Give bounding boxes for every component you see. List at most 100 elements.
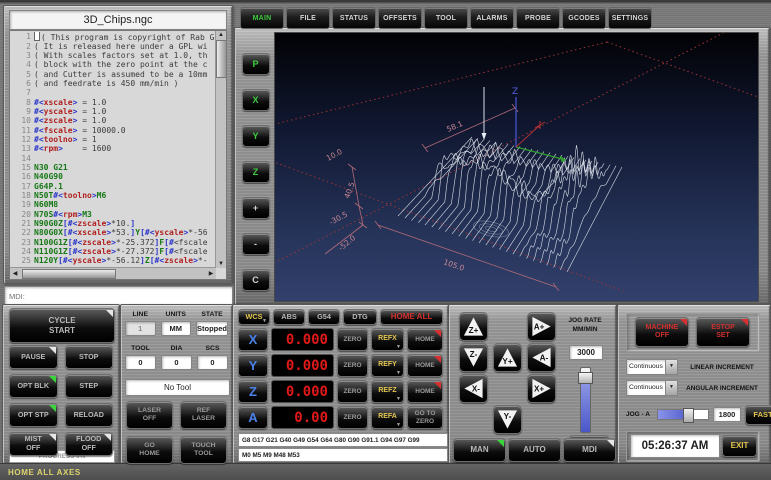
ref-A-button[interactable]: REFA▼: [371, 406, 404, 429]
jog-a-value[interactable]: 1800: [713, 407, 741, 422]
go-home-button[interactable]: GOHOME: [126, 436, 173, 464]
gcode-file-panel: 3D_Chips.ngc 1( This program is copyrigh…: [3, 5, 233, 284]
home-X-button[interactable]: HOME: [407, 328, 443, 351]
stop-button[interactable]: STOP: [65, 345, 114, 369]
cycle-start-button[interactable]: CYCLESTART: [9, 308, 115, 343]
view-y-button[interactable]: Y: [242, 125, 270, 147]
gcode-line: 15N30 G21: [10, 163, 216, 172]
exit-button[interactable]: EXIT: [722, 435, 757, 457]
svg-text:Z: Z: [512, 87, 518, 97]
tab-status[interactable]: STATUS: [332, 7, 376, 29]
jog-x-minus-button[interactable]: X-: [459, 374, 488, 403]
vertical-scrollbar[interactable]: ▲ ▼: [215, 31, 226, 268]
tab-main[interactable]: MAIN: [240, 7, 284, 29]
units-field: MM: [161, 321, 192, 336]
zero-X-button[interactable]: ZERO: [337, 328, 368, 351]
mdi-mode-button[interactable]: MDI: [563, 438, 616, 462]
jog-a-plus-button[interactable]: A+: [527, 312, 556, 341]
mdi-input[interactable]: MDI:: [4, 286, 233, 306]
horizontal-scroll-track[interactable]: [20, 268, 206, 279]
angular-increment-select[interactable]: Continuous▼: [626, 380, 678, 396]
tab-file[interactable]: FILE: [286, 7, 330, 29]
dtg-button[interactable]: DTG: [343, 309, 377, 325]
horizontal-scroll-thumb[interactable]: [22, 269, 116, 279]
svg-text:Y+: Y+: [502, 357, 512, 366]
line-units-state-row: LINE1UNITSMMSTATEStopped: [125, 311, 228, 336]
chevron-down-icon[interactable]: ▼: [665, 360, 677, 374]
machine-off-button[interactable]: MACHINEOFF: [635, 317, 689, 347]
horizontal-scrollbar[interactable]: ◀ ▶: [10, 267, 216, 279]
zero-A-button[interactable]: ZERO: [337, 406, 368, 429]
estop-set-button[interactable]: ESTOPSET: [696, 317, 750, 347]
jog-rate-slider-handle[interactable]: [578, 372, 593, 384]
mode-button-row: MANAUTOMDI: [453, 438, 616, 462]
chevron-down-icon[interactable]: ▼: [665, 381, 677, 395]
scroll-right-icon[interactable]: ▶: [206, 270, 216, 277]
optional-stop-button[interactable]: OPT STP: [9, 403, 58, 427]
vertical-scroll-thumb[interactable]: [216, 40, 227, 78]
ref-laser-button[interactable]: REFLASER: [180, 401, 227, 429]
scroll-down-icon[interactable]: ▼: [216, 260, 226, 268]
optional-block-button[interactable]: OPT BLK: [9, 374, 58, 398]
axis-X-button[interactable]: X: [238, 328, 268, 351]
step-button[interactable]: STEP: [65, 374, 114, 398]
dro-value-A: 0.00: [271, 406, 334, 429]
view-z-button[interactable]: Z: [242, 161, 270, 183]
jog-a-slider-handle[interactable]: [683, 408, 694, 423]
jog-rate-value[interactable]: 3000: [569, 345, 603, 360]
preview-panel: PXYZ+-C: [234, 27, 770, 305]
view-perspective-button[interactable]: P: [242, 53, 270, 75]
ref-Y-button[interactable]: REFY▼: [371, 354, 404, 377]
home-Y-button[interactable]: HOME: [407, 354, 443, 377]
g54-button[interactable]: G54: [308, 309, 340, 325]
manual-mode-button[interactable]: MAN: [453, 438, 506, 462]
jog-arrow-icon: Y+: [496, 346, 519, 369]
machine-power-panel: MACHINEOFF ESTOPSET Continuous▼LINEAR IN…: [617, 304, 771, 464]
scroll-left-icon[interactable]: ◀: [10, 270, 20, 277]
jog-y-minus-button[interactable]: Y-: [493, 405, 522, 434]
scroll-up-icon[interactable]: ▲: [216, 31, 226, 39]
toolpath-3d-view[interactable]: 10.0 40.5 -30.5 -52.0 105.0 58.1 Z: [274, 32, 759, 302]
jog-a-fast-button[interactable]: FAST: [745, 405, 771, 425]
laser-button[interactable]: LASEROFF: [126, 401, 173, 429]
zero-Y-button[interactable]: ZERO: [337, 354, 368, 377]
tab-alarms[interactable]: ALARMS: [470, 7, 514, 29]
pause-button[interactable]: PAUSE: [9, 345, 58, 369]
home-all-button[interactable]: HOME ALL: [380, 309, 443, 325]
home-Z-button[interactable]: HOME: [407, 380, 443, 403]
jog-y-plus-button[interactable]: Y+: [493, 343, 522, 372]
jog-z-minus-button[interactable]: Z-: [459, 343, 488, 372]
tab-probe[interactable]: PROBE: [516, 7, 560, 29]
ref-Z-button[interactable]: REFZ▼: [371, 380, 404, 403]
zoom-out-button[interactable]: -: [242, 233, 270, 255]
touch-tool-button[interactable]: TOUCHTOOL: [180, 436, 227, 464]
tab-gcodes[interactable]: GCODES: [562, 7, 606, 29]
tab-settings[interactable]: SETTINGS: [608, 7, 652, 29]
reload-button[interactable]: RELOAD: [65, 403, 114, 427]
linear-increment-select[interactable]: Continuous▼: [626, 359, 678, 375]
tool-field: 0: [125, 355, 156, 370]
home-A-button[interactable]: GO TOZERO: [407, 406, 443, 429]
tab-offsets[interactable]: OFFSETS: [378, 7, 422, 29]
zero-Z-button[interactable]: ZERO: [337, 380, 368, 403]
axis-Y-button[interactable]: Y: [238, 354, 268, 377]
abs-button[interactable]: ABS: [273, 309, 305, 325]
mist-button[interactable]: MISTOFF: [9, 432, 58, 456]
jog-a-slider[interactable]: [657, 409, 709, 420]
axis-Z-button[interactable]: Z: [238, 380, 268, 403]
zoom-in-button[interactable]: +: [242, 197, 270, 219]
auto-mode-button[interactable]: AUTO: [508, 438, 561, 462]
jog-rate-slider[interactable]: [580, 367, 591, 433]
jog-x-plus-button[interactable]: X+: [527, 374, 556, 403]
flood-button[interactable]: FLOODOFF: [65, 432, 114, 456]
gcode-editor[interactable]: 1( This program is copyright of Rab G2( …: [9, 30, 227, 280]
view-x-button[interactable]: X: [242, 89, 270, 111]
jog-a-minus-button[interactable]: A-: [527, 343, 556, 372]
jog-z-plus-button[interactable]: Z+: [459, 312, 488, 341]
preview-background: [275, 33, 758, 301]
clear-view-button[interactable]: C: [242, 269, 270, 291]
wcs-button[interactable]: WCS▼: [238, 309, 270, 325]
axis-A-button[interactable]: A: [238, 406, 268, 429]
tab-tool[interactable]: TOOL: [424, 7, 468, 29]
ref-X-button[interactable]: REFX▼: [371, 328, 404, 351]
